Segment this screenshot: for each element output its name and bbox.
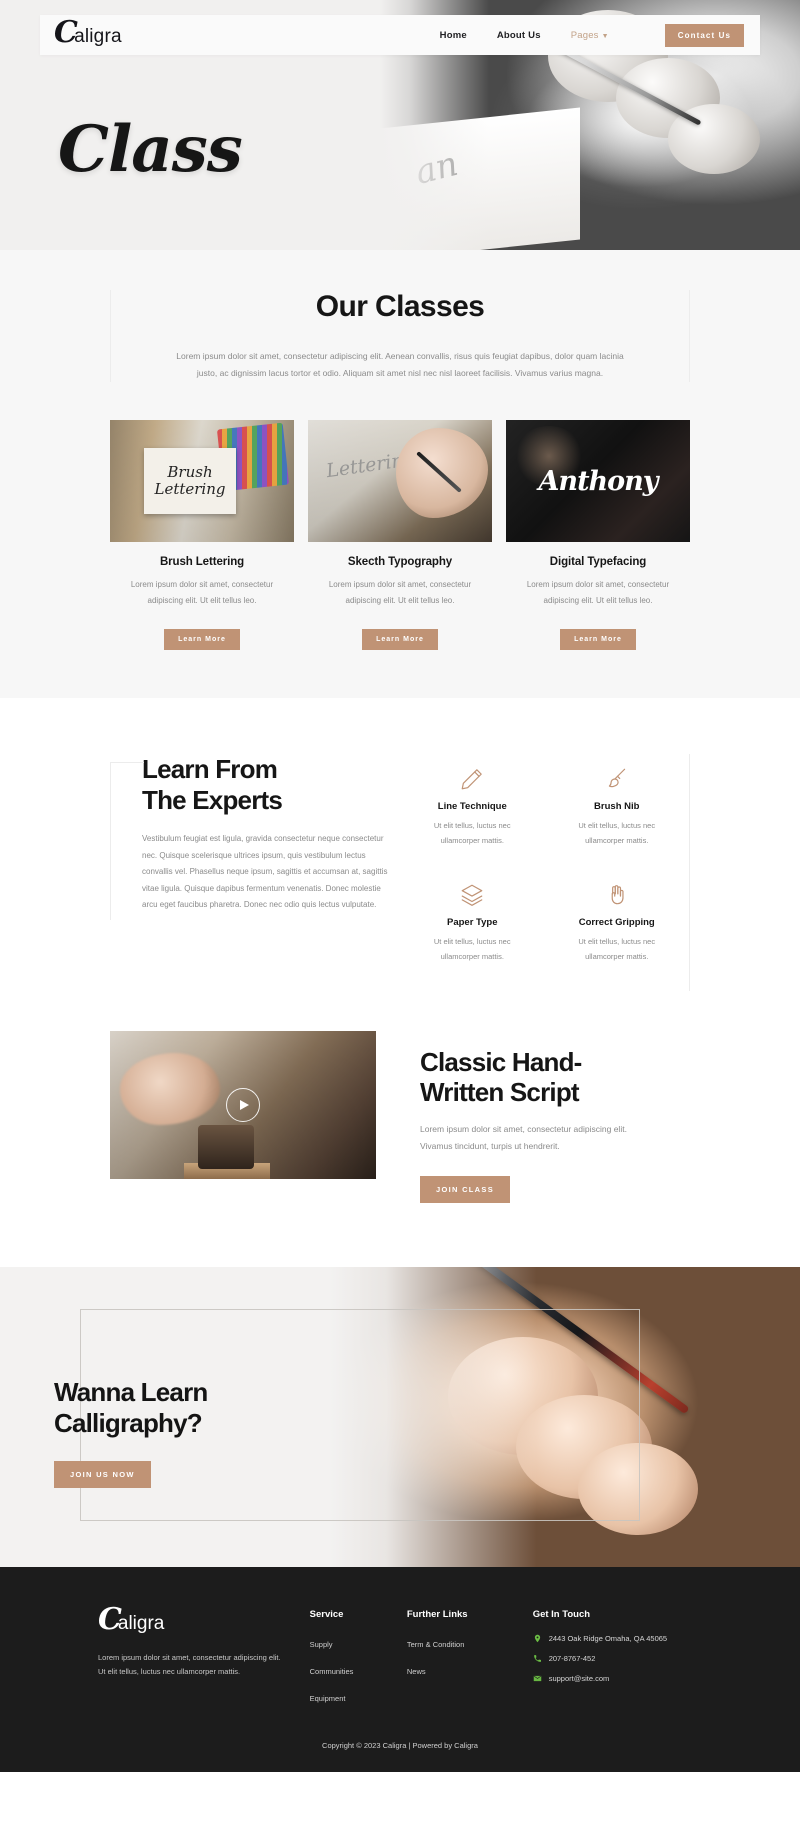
feature-title: Brush Nib (594, 801, 640, 812)
location-pin-icon (533, 1634, 542, 1643)
hero-section: an C aligra Home About Us Pages▼ Contact… (0, 0, 800, 250)
cta-title-line2: Calligraphy? (54, 1407, 203, 1438)
nav-item-home[interactable]: Home (440, 30, 467, 41)
footer-brand-block: C aligra Lorem ipsum dolor sit amet, con… (90, 1604, 310, 1715)
brand-logo-text: aligra (74, 26, 122, 47)
experts-text: Vestibulum feugiat est ligula, gravida c… (142, 834, 388, 909)
experts-features: Line Technique Ut elit tellus, luctus ne… (400, 754, 690, 991)
contact-email-row[interactable]: support@site.com (533, 1674, 710, 1683)
join-class-button[interactable]: JOIN CLASS (420, 1175, 511, 1203)
script-title-line2: Written Script (420, 1076, 580, 1107)
experts-title-line2: The Experts (142, 784, 283, 815)
contact-address-row: 2443 Oak Ridge Omaha, QA 45065 (533, 1634, 710, 1643)
contact-phone-row[interactable]: 207-8767-452 (533, 1654, 710, 1663)
pencil-icon (414, 758, 531, 792)
experts-text-block: Learn From The Experts Vestibulum feugia… (110, 754, 400, 921)
footer-copyright: Copyright © 2023 Caligra | Powered by Ca… (322, 1740, 478, 1750)
footer-link-supply[interactable]: Supply (310, 1640, 333, 1649)
learn-more-button[interactable]: Learn More (560, 629, 636, 650)
footer-column-heading: Service (309, 1608, 344, 1620)
class-cards: Brush Lettering Brush Lettering Lorem ip… (110, 420, 690, 650)
feature-item: Line Technique Ut elit tellus, luctus ne… (400, 758, 545, 874)
main-navbar: C aligra Home About Us Pages ▼ Contact Us (40, 15, 760, 55)
footer-column-service: Service Supply Communities Equipment (310, 1609, 407, 1715)
footer-link-equipment[interactable]: Equipment (310, 1694, 346, 1703)
class-card: Brush Lettering Brush Lettering Lorem ip… (110, 420, 294, 650)
script-text: Lorem ipsum dolor sit amet, consectetur … (420, 1123, 627, 1152)
nav-item-pages-label: Pages (570, 29, 599, 41)
footer-link-term-condition[interactable]: Term & Condition (407, 1640, 465, 1649)
experts-title: Learn From The Experts (142, 754, 400, 815)
footer-column-heading: Further Links (406, 1608, 468, 1620)
hand-icon (559, 874, 676, 908)
classic-script-section: Classic Hand- Written Script Lorem ipsum… (0, 990, 800, 1267)
cta-title-line1: Wanna Learn (54, 1376, 208, 1407)
layers-icon (414, 874, 531, 908)
feature-text: Ut elit tellus, luctus nec ullamcorper m… (433, 821, 511, 845)
hero-title: Class (58, 112, 243, 187)
class-card: Lettering Skecth Typography Lorem ipsum … (308, 420, 492, 650)
learn-more-button[interactable]: Learn More (362, 629, 438, 650)
phone-icon (533, 1654, 542, 1663)
class-card-text: Lorem ipsum dolor sit amet, consectetur … (328, 580, 472, 605)
footer-description: Lorem ipsum dolor sit amet, consectetur … (98, 1652, 281, 1677)
footer-column-further-links: Further Links Term & Condition News (407, 1609, 533, 1715)
footer-column-heading: Get In Touch (532, 1608, 591, 1620)
contact-email-text: support@site.com (548, 1673, 610, 1683)
class-card-image: Brush Lettering (110, 420, 294, 542)
feature-item: Paper Type Ut elit tellus, luctus nec ul… (400, 874, 545, 990)
nav-links: Home About Us Pages ▼ Contact Us (440, 23, 744, 47)
cta-photo (330, 1266, 800, 1567)
footer-logo-text: aligra (117, 1612, 165, 1634)
class-card: Anthony Digital Typefacing Lorem ipsum d… (506, 420, 690, 650)
contact-us-button[interactable]: Contact Us (664, 23, 744, 47)
nav-item-pages[interactable]: Pages ▼ (571, 30, 609, 41)
class-card-text: Lorem ipsum dolor sit amet, consectetur … (526, 580, 670, 605)
brush-icon (559, 758, 676, 792)
feature-item: Brush Nib Ut elit tellus, luctus nec ull… (545, 758, 690, 874)
feature-title: Correct Gripping (578, 917, 655, 929)
feature-title: Line Technique (437, 801, 507, 812)
cta-section: Wanna Learn Calligraphy? JOIN US NOW (0, 1266, 800, 1567)
site-footer: C aligra Lorem ipsum dolor sit amet, con… (0, 1566, 800, 1772)
section-header: Our Classes Lorem ipsum dolor sit amet, … (110, 290, 690, 382)
class-card-title: Skecth Typography (347, 556, 453, 568)
class-card-title: Digital Typefacing (549, 556, 647, 568)
nav-item-about-us[interactable]: About Us (497, 30, 541, 41)
play-icon[interactable] (226, 1087, 260, 1122)
class-card-image: Anthony (506, 420, 690, 542)
brand-logo[interactable]: C aligra (54, 18, 122, 48)
feature-text: Ut elit tellus, luctus nec ullamcorper m… (578, 821, 656, 845)
feature-text: Ut elit tellus, luctus nec ullamcorper m… (578, 937, 656, 961)
class-card-image-caption: Brush Lettering (144, 448, 236, 514)
contact-phone-text: 207-8767-452 (548, 1653, 596, 1663)
footer-logo[interactable]: C aligra (98, 1604, 310, 1635)
class-card-text: Lorem ipsum dolor sit amet, consectetur … (130, 580, 274, 605)
cta-title: Wanna Learn Calligraphy? (54, 1376, 208, 1439)
experts-title-line1: Learn From (142, 754, 278, 784)
landing-page: an C aligra Home About Us Pages▼ Contact… (0, 0, 800, 1772)
learn-more-button[interactable]: Learn More (164, 629, 240, 650)
class-card-title: Brush Lettering (159, 556, 245, 568)
section-title: Our Classes (315, 290, 485, 323)
footer-link-news[interactable]: News (407, 1667, 426, 1676)
script-title-line1: Classic Hand- (420, 1046, 582, 1077)
mail-icon (533, 1674, 542, 1683)
script-title: Classic Hand- Written Script (420, 1047, 690, 1107)
section-subtitle: Lorem ipsum dolor sit amet, consectetur … (176, 351, 624, 378)
class-card-image: Lettering (308, 420, 492, 542)
our-classes-section: Our Classes Lorem ipsum dolor sit amet, … (0, 250, 800, 698)
feature-title: Paper Type (446, 917, 498, 929)
footer-link-communities[interactable]: Communities (310, 1667, 354, 1676)
contact-address-text: 2443 Oak Ridge Omaha, QA 45065 (548, 1633, 668, 1643)
learn-from-experts-section: Learn From The Experts Vestibulum feugia… (0, 698, 800, 991)
class-card-image-caption: Anthony (538, 465, 658, 497)
feature-item: Correct Gripping Ut elit tellus, luctus … (545, 874, 690, 990)
join-us-now-button[interactable]: JOIN US NOW (54, 1461, 151, 1489)
chevron-down-icon: ▼ (601, 32, 609, 40)
footer-column-get-in-touch: Get In Touch 2443 Oak Ridge Omaha, QA 45… (533, 1609, 710, 1715)
feature-text: Ut elit tellus, luctus nec ullamcorper m… (433, 937, 511, 961)
video-thumbnail[interactable] (110, 1030, 376, 1179)
